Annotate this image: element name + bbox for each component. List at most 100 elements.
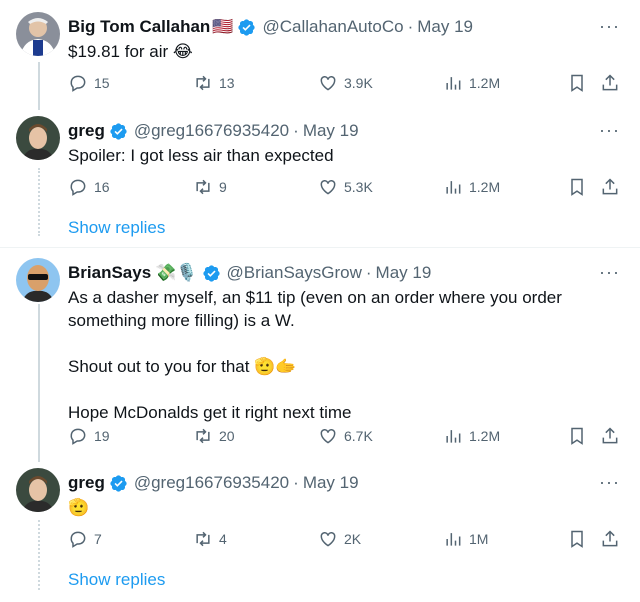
retweet-count: 9	[219, 179, 227, 195]
views-button[interactable]: 1.2M	[443, 177, 500, 197]
avatar[interactable]	[16, 116, 60, 160]
bookmark-icon	[571, 178, 583, 196]
tweet-text-line: Shout out to you for that 🫡🫱	[68, 357, 297, 376]
show-replies-link[interactable]: Show replies	[68, 218, 165, 238]
tweet-text-line: As a dasher myself, an $11 tip (even on …	[68, 288, 562, 330]
action-bar: 7 4 2K 1M	[0, 527, 640, 551]
reply-button[interactable]: 7	[68, 529, 102, 549]
views-button[interactable]: 1.2M	[443, 73, 500, 93]
tweet[interactable]: Big Tom Callahan 🇺🇸 @CallahanAutoCo · Ma…	[0, 12, 640, 102]
retweet-button[interactable]: 13	[193, 73, 235, 93]
retweet-button[interactable]: 9	[193, 177, 227, 197]
retweet-icon	[196, 428, 210, 444]
timestamp[interactable]: May 19	[417, 17, 473, 37]
tweet-text-line: Spoiler: I got less air than expected	[68, 146, 334, 165]
tweet-header: Big Tom Callahan 🇺🇸 @CallahanAutoCo · Ma…	[68, 16, 628, 38]
timestamp[interactable]: May 19	[376, 263, 432, 283]
share-icon	[602, 427, 618, 444]
views-button[interactable]: 1.2M	[443, 426, 500, 446]
tweet-text: Spoiler: I got less air than expected	[68, 144, 628, 167]
display-name[interactable]: greg	[68, 121, 105, 141]
bookmark-button[interactable]	[567, 73, 587, 93]
views-count: 1.2M	[469, 428, 501, 444]
share-icon	[602, 530, 618, 547]
reply-button[interactable]: 15	[68, 73, 110, 93]
retweet-button[interactable]: 20	[193, 426, 235, 446]
like-count: 6.7K	[344, 428, 373, 444]
views-button[interactable]: 1M	[443, 529, 488, 549]
retweet-button[interactable]: 4	[193, 529, 227, 549]
retweet-count: 20	[219, 428, 235, 444]
bookmark-icon	[571, 427, 583, 445]
bookmark-button[interactable]	[567, 529, 587, 549]
divider	[0, 247, 640, 248]
share-button[interactable]	[600, 73, 620, 93]
separator-dot: ·	[293, 473, 299, 492]
reply-icon	[70, 531, 86, 548]
timestamp[interactable]: May 19	[303, 121, 359, 141]
more-options-icon[interactable]: ···	[599, 262, 620, 283]
name-emoji-badges: 💸🎙️	[155, 263, 198, 282]
tweet[interactable]: greg @greg16676935420 · May 19 ··· Spoil…	[0, 116, 640, 206]
like-button[interactable]: 3.9K	[318, 73, 373, 93]
bookmark-icon	[571, 530, 583, 548]
share-button[interactable]	[600, 426, 620, 446]
reply-icon	[70, 179, 86, 196]
reply-button[interactable]: 16	[68, 177, 110, 197]
views-chart-icon	[446, 77, 461, 90]
verified-badge-icon	[202, 264, 220, 282]
show-replies-link[interactable]: Show replies	[68, 570, 165, 590]
separator-dot: ·	[293, 121, 299, 140]
more-options-icon[interactable]: ···	[599, 16, 620, 37]
tweet[interactable]: greg @greg16676935420 · May 19 ··· 🫡 7 4…	[0, 468, 640, 558]
tweet-text: As a dasher myself, an $11 tip (even on …	[68, 286, 628, 424]
tweet-header: BrianSays 💸🎙️ @BrianSaysGrow · May 19	[68, 262, 628, 284]
like-button[interactable]: 6.7K	[318, 426, 373, 446]
heart-icon	[320, 531, 336, 547]
retweet-icon	[196, 179, 210, 195]
display-name[interactable]: Big Tom Callahan	[68, 17, 210, 37]
avatar[interactable]	[16, 468, 60, 512]
like-count: 2K	[344, 531, 362, 547]
handle[interactable]: @CallahanAutoCo	[262, 17, 403, 37]
reply-count: 15	[94, 75, 110, 91]
tweet[interactable]: BrianSays 💸🎙️ @BrianSaysGrow · May 19 ··…	[0, 258, 640, 458]
bookmark-button[interactable]	[567, 177, 587, 197]
display-name[interactable]: BrianSays	[68, 263, 151, 283]
share-button[interactable]	[600, 529, 620, 549]
timestamp[interactable]: May 19	[303, 473, 359, 493]
retweet-icon	[196, 75, 210, 91]
avatar[interactable]	[16, 12, 60, 56]
reply-count: 16	[94, 179, 110, 195]
views-count: 1.2M	[469, 179, 501, 195]
share-icon	[602, 74, 618, 91]
retweet-count: 4	[219, 531, 227, 547]
reply-icon	[70, 75, 86, 92]
flag-emoji: 🇺🇸	[212, 17, 234, 36]
action-bar: 15 13 3.9K 1.2M	[0, 71, 640, 95]
handle[interactable]: @greg16676935420	[134, 473, 289, 493]
like-button[interactable]: 2K	[318, 529, 361, 549]
display-name[interactable]: greg	[68, 473, 105, 493]
avatar[interactable]	[16, 258, 60, 302]
views-count: 1M	[469, 531, 489, 547]
views-chart-icon	[446, 430, 461, 443]
handle[interactable]: @BrianSaysGrow	[227, 263, 362, 283]
reply-button[interactable]: 19	[68, 426, 110, 446]
retweet-count: 13	[219, 75, 235, 91]
more-options-icon[interactable]: ···	[599, 120, 620, 141]
tweet-header: greg @greg16676935420 · May 19	[68, 120, 628, 142]
handle[interactable]: @greg16676935420	[134, 121, 289, 141]
tweet-header: greg @greg16676935420 · May 19	[68, 472, 628, 494]
separator-dot: ·	[365, 263, 372, 282]
like-count: 5.3K	[344, 179, 373, 195]
heart-icon	[320, 179, 336, 195]
bookmark-button[interactable]	[567, 426, 587, 446]
separator-dot: ·	[407, 17, 414, 36]
share-button[interactable]	[600, 177, 620, 197]
more-options-icon[interactable]: ···	[599, 472, 620, 493]
reply-count: 19	[94, 428, 110, 444]
like-button[interactable]: 5.3K	[318, 177, 373, 197]
tweet-text-line: 🫡	[68, 498, 90, 517]
verified-badge-icon	[110, 474, 127, 492]
